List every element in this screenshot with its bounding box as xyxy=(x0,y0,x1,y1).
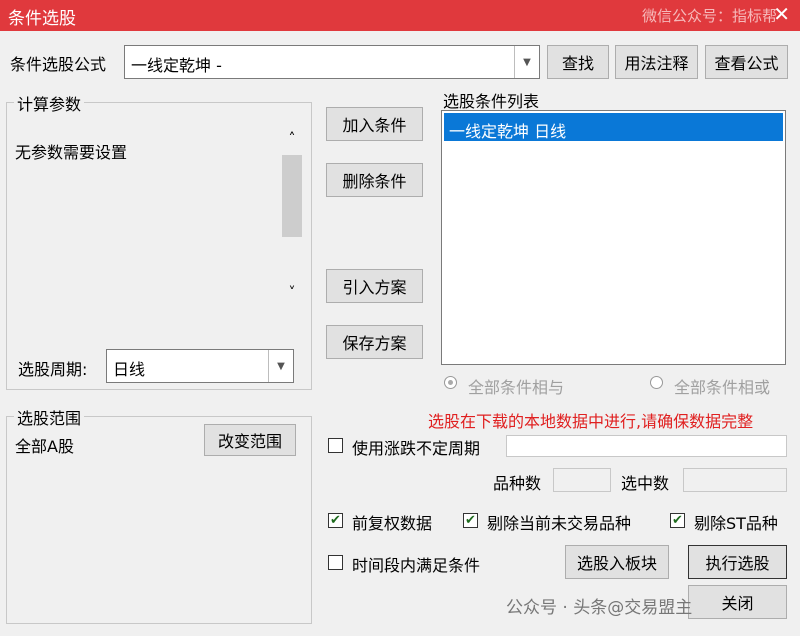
chevron-down-icon[interactable]: ▼ xyxy=(514,46,539,78)
add-to-block-button[interactable]: 选股入板块 xyxy=(565,545,669,579)
window-title: 条件选股 xyxy=(8,9,76,29)
exclude-untraded-label: 剔除当前未交易品种 xyxy=(487,514,632,533)
range-value: 全部A股 xyxy=(15,437,74,456)
variety-count-label: 品种数 xyxy=(493,474,542,493)
close-button[interactable]: 关闭 xyxy=(688,585,787,619)
forward-adjust-checkbox[interactable]: ✔ xyxy=(328,513,343,528)
forward-adjust-label: 前复权数据 xyxy=(352,514,433,533)
and-radio-label: 全部条件相与 xyxy=(468,378,565,397)
indefinite-period-label: 使用涨跌不定周期 xyxy=(352,439,481,458)
period-combobox[interactable]: 日线 ▼ xyxy=(106,349,294,383)
selected-count-label: 选中数 xyxy=(621,474,670,493)
indefinite-period-input[interactable] xyxy=(506,435,787,457)
and-radio[interactable] xyxy=(444,376,457,389)
footer-watermark: 公众号 · 头条@交易盟主 xyxy=(506,598,693,618)
selected-count-value xyxy=(683,468,787,492)
find-button[interactable]: 查找 xyxy=(547,45,609,79)
period-label: 选股周期: xyxy=(18,360,88,379)
formula-combobox[interactable]: 一线定乾坤 - ▼ xyxy=(124,45,540,79)
scrollbar-thumb[interactable] xyxy=(282,155,302,237)
formula-value: 一线定乾坤 - xyxy=(131,56,222,75)
warning-text: 选股在下载的本地数据中进行,请确保数据完整 xyxy=(428,412,754,431)
add-condition-button[interactable]: 加入条件 xyxy=(326,107,423,141)
watermark-text: 微信公众号：指标帮 xyxy=(642,7,778,25)
save-plan-button[interactable]: 保存方案 xyxy=(326,325,423,359)
formula-label: 条件选股公式 xyxy=(10,55,107,74)
exclude-st-checkbox[interactable]: ✔ xyxy=(670,513,685,528)
chevron-down-icon[interactable]: ▼ xyxy=(268,350,293,382)
close-icon[interactable]: ✕ xyxy=(773,2,790,26)
exclude-st-label: 剔除ST品种 xyxy=(694,514,778,533)
import-plan-button[interactable]: 引入方案 xyxy=(326,269,423,303)
change-range-button[interactable]: 改变范围 xyxy=(204,424,296,456)
or-radio-label: 全部条件相或 xyxy=(674,378,771,397)
params-scrollbar[interactable]: ˄ ˅ xyxy=(281,131,303,307)
variety-count-value xyxy=(553,468,611,492)
period-value: 日线 xyxy=(113,360,146,379)
conditions-list[interactable]: 一线定乾坤 日线 xyxy=(441,110,786,365)
delete-condition-button[interactable]: 删除条件 xyxy=(326,163,423,197)
time-condition-checkbox[interactable] xyxy=(328,555,343,570)
time-condition-label: 时间段内满足条件 xyxy=(352,556,481,575)
condition-item[interactable]: 一线定乾坤 日线 xyxy=(444,113,783,141)
execute-selection-button[interactable]: 执行选股 xyxy=(688,545,787,579)
or-radio[interactable] xyxy=(650,376,663,389)
conditions-label: 选股条件列表 xyxy=(443,92,540,111)
exclude-untraded-checkbox[interactable]: ✔ xyxy=(463,513,478,528)
params-message: 无参数需要设置 xyxy=(15,143,128,162)
usage-notes-button[interactable]: 用法注释 xyxy=(615,45,698,79)
view-formula-button[interactable]: 查看公式 xyxy=(705,45,788,79)
params-group-label: 计算参数 xyxy=(14,91,85,115)
indefinite-period-checkbox[interactable] xyxy=(328,438,343,453)
chevron-up-icon[interactable]: ˄ xyxy=(281,131,303,151)
range-group-label: 选股范围 xyxy=(14,405,85,429)
chevron-down-icon[interactable]: ˅ xyxy=(281,285,303,305)
